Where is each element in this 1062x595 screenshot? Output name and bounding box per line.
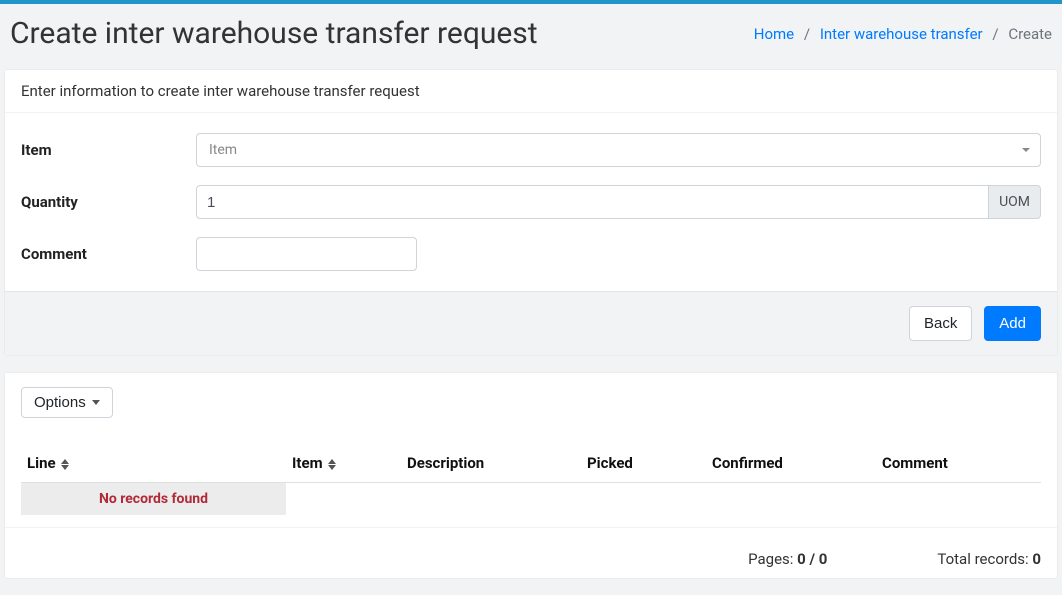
sort-icon xyxy=(61,459,69,470)
sort-icon xyxy=(328,459,336,470)
breadcrumb: Home / Inter warehouse transfer / Create xyxy=(754,25,1052,43)
col-picked-header[interactable]: Picked xyxy=(581,444,706,483)
breadcrumb-current: Create xyxy=(1008,25,1052,43)
results-table: Line Item Description xyxy=(21,444,1041,515)
options-label: Options xyxy=(34,394,86,411)
item-select-placeholder: Item xyxy=(209,142,237,158)
form-row-comment: Comment xyxy=(21,237,1041,271)
col-description-label: Description xyxy=(407,454,484,472)
quantity-input[interactable] xyxy=(196,185,989,219)
options-dropdown[interactable]: Options xyxy=(21,387,113,418)
total-records-indicator: Total records: 0 xyxy=(937,550,1041,568)
col-line-header[interactable]: Line xyxy=(21,444,286,483)
form-card: Enter information to create inter wareho… xyxy=(4,69,1058,356)
col-item-header[interactable]: Item xyxy=(286,444,401,483)
col-line-label: Line xyxy=(27,454,56,472)
pages-label: Pages: xyxy=(748,550,797,568)
form-card-header: Enter information to create inter wareho… xyxy=(5,70,1057,113)
col-description-header[interactable]: Description xyxy=(401,444,581,483)
col-comment-label: Comment xyxy=(882,454,948,472)
item-label: Item xyxy=(21,141,196,159)
form-row-quantity: Quantity UOM xyxy=(21,185,1041,219)
quantity-label: Quantity xyxy=(21,193,196,211)
breadcrumb-separator: / xyxy=(798,25,816,43)
breadcrumb-separator: / xyxy=(986,25,1004,43)
total-records-value: 0 xyxy=(1032,550,1041,568)
col-confirmed-label: Confirmed xyxy=(712,454,783,472)
comment-input[interactable] xyxy=(196,237,417,271)
grid-footer: Pages: 0 / 0 Total records: 0 xyxy=(5,527,1057,578)
chevron-down-icon xyxy=(92,400,100,405)
grid-card: Options Line xyxy=(4,372,1058,579)
breadcrumb-inter-warehouse[interactable]: Inter warehouse transfer xyxy=(820,25,983,43)
form-card-body: Item Item Quantity UOM Comment xyxy=(5,113,1057,291)
total-records-label: Total records: xyxy=(937,550,1032,568)
add-button[interactable]: Add xyxy=(984,306,1041,341)
chevron-down-icon xyxy=(1022,148,1030,152)
breadcrumb-home[interactable]: Home xyxy=(754,25,794,43)
pages-indicator: Pages: 0 / 0 xyxy=(748,550,827,568)
quantity-uom-addon: UOM xyxy=(989,185,1041,219)
form-card-footer: Back Add xyxy=(5,291,1057,355)
comment-label: Comment xyxy=(21,245,196,263)
table-row-empty: No records found xyxy=(21,483,1041,516)
col-confirmed-header[interactable]: Confirmed xyxy=(706,444,876,483)
no-records-message: No records found xyxy=(21,483,286,515)
grid-card-body: Options Line xyxy=(5,373,1057,527)
col-comment-header[interactable]: Comment xyxy=(876,444,1041,483)
form-row-item: Item Item xyxy=(21,133,1041,167)
page-header: Create inter warehouse transfer request … xyxy=(0,4,1062,69)
page-title: Create inter warehouse transfer request xyxy=(10,16,538,51)
item-select[interactable]: Item xyxy=(196,133,1041,167)
pages-value: 0 / 0 xyxy=(797,550,827,568)
back-button[interactable]: Back xyxy=(909,306,972,341)
col-picked-label: Picked xyxy=(587,454,633,472)
col-item-label: Item xyxy=(292,454,323,472)
